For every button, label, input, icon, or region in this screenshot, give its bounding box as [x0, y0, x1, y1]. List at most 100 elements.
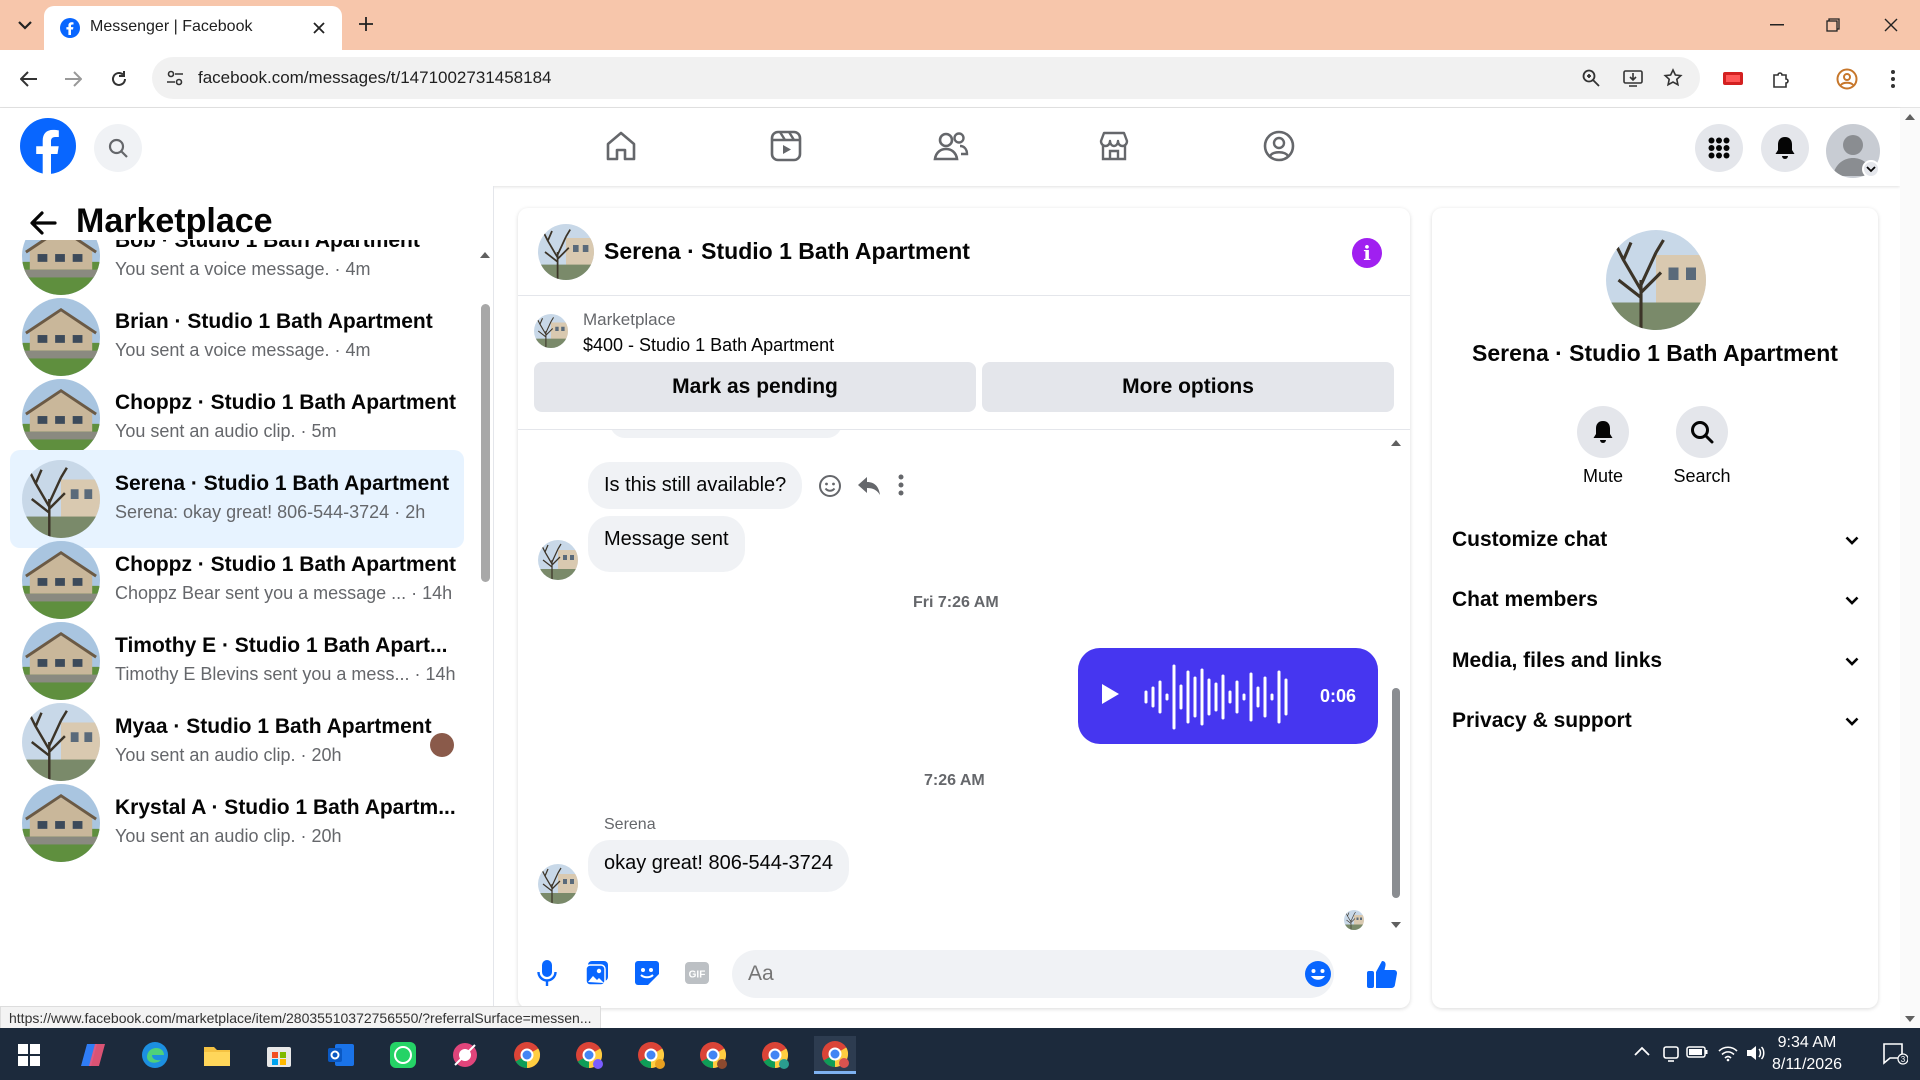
play-icon[interactable] — [1100, 682, 1120, 706]
restore-icon[interactable] — [1820, 12, 1846, 38]
outlook-icon[interactable] — [320, 1036, 362, 1074]
chrome-profile-icon[interactable] — [568, 1036, 610, 1074]
reply-icon[interactable] — [856, 474, 882, 498]
conversation-thumbnail — [22, 379, 100, 457]
battery-icon[interactable] — [1686, 1046, 1708, 1058]
conversation-thumbnail — [22, 541, 100, 619]
minimize-icon[interactable] — [1764, 12, 1790, 38]
message-input[interactable] — [732, 950, 1334, 998]
facebook-logo-icon[interactable] — [20, 118, 76, 174]
message-bubble-status[interactable]: Message sent — [588, 516, 745, 572]
audio-message-bubble[interactable]: 0:06 — [1078, 648, 1378, 744]
mark-as-pending-button[interactable]: Mark as pending — [534, 362, 976, 412]
previous-message-bubble — [610, 430, 842, 438]
more-actions-icon[interactable] — [898, 474, 908, 498]
reload-icon[interactable] — [104, 64, 134, 94]
video-icon[interactable] — [756, 122, 816, 170]
extension-screen-icon[interactable] — [1718, 64, 1748, 94]
account-chevron-icon[interactable] — [1862, 160, 1880, 178]
message-bubble-outgoing[interactable]: Is this still available? — [588, 462, 803, 509]
chrome-profile-icon[interactable] — [754, 1036, 796, 1074]
meet-now-icon[interactable] — [1662, 1044, 1680, 1062]
notification-center-icon[interactable]: 3 — [1882, 1042, 1908, 1066]
message-composer: GIF — [518, 938, 1410, 1008]
chat-members-section[interactable]: Chat members — [1452, 578, 1862, 622]
clock-date[interactable]: 8/11/2026 — [1752, 1056, 1862, 1074]
bookmark-star-icon[interactable] — [1660, 65, 1686, 91]
chrome-profile-icon[interactable] — [692, 1036, 734, 1074]
home-icon[interactable] — [591, 122, 651, 170]
friends-icon[interactable] — [921, 122, 981, 170]
conversation-name: Choppz · Studio 1 Bath Apartment — [115, 391, 457, 414]
section-label: Chat members — [1452, 588, 1598, 611]
back-icon[interactable] — [14, 64, 44, 94]
microphone-icon[interactable] — [532, 958, 562, 988]
search-icon[interactable] — [1676, 406, 1728, 458]
conversation-item[interactable]: Krystal A · Studio 1 Bath Apartm... You s… — [10, 774, 464, 872]
file-explorer-icon[interactable] — [196, 1036, 238, 1074]
menu-grid-icon[interactable] — [1695, 124, 1743, 172]
new-tab-icon[interactable] — [354, 12, 378, 36]
sender-avatar[interactable] — [538, 540, 578, 580]
whatsapp-icon[interactable] — [382, 1036, 424, 1074]
tab-search-button[interactable] — [12, 10, 38, 40]
chat-scroll-thumb[interactable] — [1392, 688, 1400, 898]
conversation-preview: You sent a voice message. · 4m — [115, 259, 371, 279]
extensions-puzzle-icon[interactable] — [1766, 64, 1796, 94]
chrome-profile-icon[interactable] — [630, 1036, 672, 1074]
message-bubble-incoming[interactable]: okay great! 806-544-3724 — [588, 840, 850, 892]
sticker-icon[interactable] — [632, 958, 662, 988]
emoji-icon[interactable] — [1304, 960, 1332, 988]
zoom-icon[interactable] — [1578, 65, 1604, 91]
notifications-bell-icon[interactable] — [1761, 124, 1809, 172]
info-icon[interactable]: i — [1352, 238, 1382, 268]
url-text[interactable]: facebook.com/messages/t/1471002731458184 — [198, 68, 551, 88]
media-files-links-section[interactable]: Media, files and links — [1452, 639, 1862, 683]
search-action[interactable]: Search — [1662, 406, 1742, 487]
sender-avatar[interactable] — [538, 864, 578, 904]
mute-action[interactable]: Mute — [1563, 406, 1643, 487]
browser-menu-icon[interactable] — [1878, 64, 1908, 94]
microsoft-store-icon[interactable] — [258, 1036, 300, 1074]
close-tab-icon[interactable] — [308, 17, 330, 39]
photo-icon[interactable] — [582, 958, 612, 988]
copilot-icon[interactable] — [72, 1036, 114, 1074]
sidebar-scrollbar[interactable] — [478, 248, 492, 1028]
gif-icon[interactable]: GIF — [682, 958, 712, 988]
site-info-icon[interactable] — [162, 65, 188, 91]
like-thumbs-up-icon[interactable] — [1364, 956, 1400, 992]
section-label: Media, files and links — [1452, 649, 1663, 672]
chat-scrollbar[interactable] — [1388, 434, 1404, 934]
timestamp: 7:26 AM — [924, 772, 985, 789]
back-arrow-icon[interactable] — [26, 206, 60, 240]
forward-icon[interactable] — [58, 64, 88, 94]
chrome-icon[interactable] — [506, 1036, 548, 1074]
search-icon[interactable] — [94, 124, 142, 172]
customize-chat-section[interactable]: Customize chat — [1452, 518, 1862, 562]
profile-avatar[interactable] — [1606, 230, 1706, 330]
sidebar-scroll-thumb[interactable] — [481, 304, 490, 582]
page-scrollbar[interactable] — [1900, 108, 1920, 1028]
marketplace-icon[interactable] — [1084, 122, 1144, 170]
gaming-icon[interactable] — [1249, 122, 1309, 170]
close-window-icon[interactable] — [1878, 12, 1904, 38]
chat-title[interactable]: Serena · Studio 1 Bath Apartment — [604, 238, 970, 265]
chat-avatar[interactable] — [538, 224, 594, 280]
listing-thumbnail[interactable] — [534, 314, 568, 348]
more-options-button[interactable]: More options — [982, 362, 1394, 412]
clock-time[interactable]: 9:34 AM — [1752, 1034, 1862, 1052]
chrome-active-icon[interactable] — [814, 1036, 856, 1074]
tray-overflow-chevron-icon[interactable] — [1634, 1046, 1650, 1056]
privacy-support-section[interactable]: Privacy & support — [1452, 699, 1862, 743]
mute-bell-icon[interactable] — [1577, 406, 1629, 458]
browser-tab-active[interactable]: Messenger | Facebook — [44, 6, 342, 50]
react-emoji-icon[interactable] — [818, 474, 842, 498]
address-bar[interactable]: facebook.com/messages/t/1471002731458184 — [152, 57, 1700, 99]
snipping-tool-icon[interactable] — [444, 1036, 486, 1074]
edge-icon[interactable] — [134, 1036, 176, 1074]
install-app-icon[interactable] — [1620, 65, 1646, 91]
listing-title[interactable]: $400 - Studio 1 Bath Apartment — [583, 335, 834, 356]
windows-start-icon[interactable] — [8, 1036, 50, 1074]
profile-icon[interactable] — [1832, 64, 1862, 94]
wifi-icon[interactable] — [1718, 1044, 1738, 1062]
